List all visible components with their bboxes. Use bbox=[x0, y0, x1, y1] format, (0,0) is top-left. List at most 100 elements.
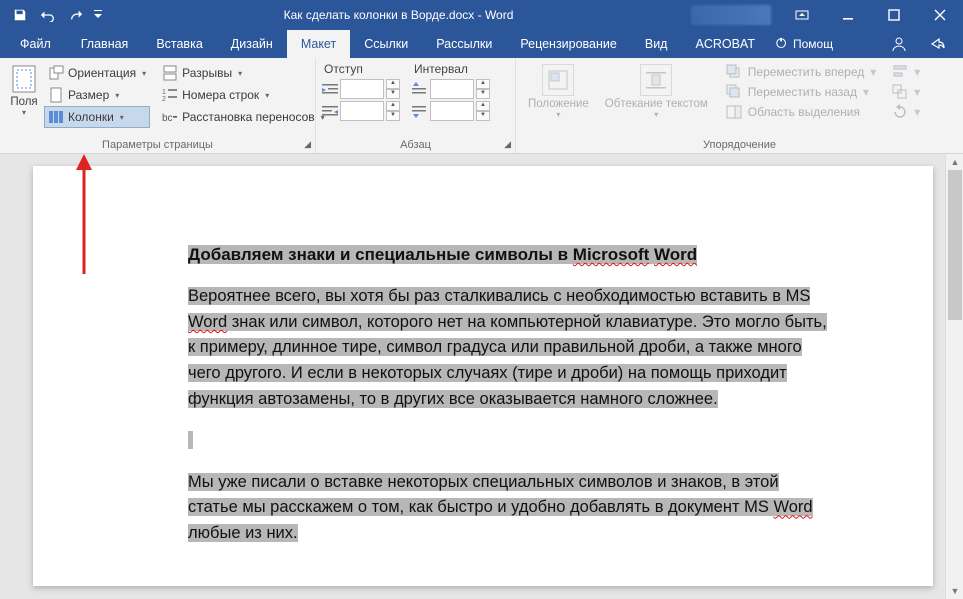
ribbon: Поля ▾ Ориентация▾ Размер▾ Колонки▾ bbox=[0, 58, 963, 154]
orientation-button[interactable]: Ориентация▾ bbox=[44, 62, 150, 84]
wrap-text-button[interactable]: Обтекание текстом ▾ bbox=[599, 62, 714, 122]
indent-right-spinner[interactable]: ▲▼ bbox=[322, 100, 400, 122]
close-button[interactable] bbox=[917, 0, 963, 30]
paragraph-2[interactable]: Мы уже писали о вставке некоторых специа… bbox=[188, 470, 828, 547]
ribbon-tabs: Файл Главная Вставка Дизайн Макет Ссылки… bbox=[0, 30, 963, 58]
position-button[interactable]: Положение ▾ bbox=[522, 62, 595, 122]
redo-button[interactable] bbox=[62, 0, 90, 30]
rotate-icon bbox=[892, 104, 908, 120]
line-numbers-button[interactable]: 12 Номера строк▾ bbox=[158, 84, 329, 106]
spacing-after-spinner[interactable]: ▲▼ bbox=[412, 100, 490, 122]
spacing-after-input[interactable] bbox=[430, 101, 474, 121]
columns-icon bbox=[48, 109, 64, 125]
line-numbers-icon: 12 bbox=[162, 87, 178, 103]
ribbon-options-button[interactable] bbox=[779, 0, 825, 30]
tab-insert[interactable]: Вставка bbox=[142, 30, 216, 58]
size-label: Размер bbox=[68, 88, 109, 102]
orientation-icon bbox=[48, 65, 64, 81]
chevron-down-icon: ▾ bbox=[22, 108, 26, 117]
group-label-paragraph: Абзац bbox=[316, 139, 515, 151]
hyphenation-button[interactable]: bc Расстановка переносов▾ bbox=[158, 106, 329, 128]
position-label: Положение bbox=[528, 98, 589, 110]
document-area: Добавляем знаки и специальные символы в … bbox=[0, 154, 963, 599]
tell-me-button[interactable]: Помощ bbox=[775, 30, 833, 58]
tab-home[interactable]: Главная bbox=[67, 30, 143, 58]
size-button[interactable]: Размер▾ bbox=[44, 84, 150, 106]
group-objects-button[interactable]: ▾ bbox=[888, 82, 924, 102]
hyphenation-label: Расстановка переносов bbox=[182, 110, 315, 124]
svg-text:bc: bc bbox=[162, 113, 173, 124]
group-paragraph: Отступ ▲▼ ▲▼ Интервал ▲▼ bbox=[316, 58, 516, 153]
columns-button[interactable]: Колонки▾ bbox=[44, 106, 150, 128]
position-icon bbox=[542, 64, 574, 96]
tell-me-label: Помощ bbox=[793, 37, 833, 51]
indent-right-input[interactable] bbox=[340, 101, 384, 121]
page-content[interactable]: Добавляем знаки и специальные символы в … bbox=[188, 242, 828, 562]
user-account-area[interactable] bbox=[691, 5, 771, 25]
send-backward-button[interactable]: Переместить назад▾ bbox=[722, 82, 881, 102]
paragraph-1[interactable]: Вероятнее всего, вы хотя бы раз сталкива… bbox=[188, 284, 828, 412]
tab-review[interactable]: Рецензирование bbox=[506, 30, 631, 58]
undo-button[interactable] bbox=[34, 0, 62, 30]
maximize-button[interactable] bbox=[871, 0, 917, 30]
spacing-before-input[interactable] bbox=[430, 79, 474, 99]
tab-acrobat[interactable]: ACROBAT bbox=[681, 30, 769, 58]
page[interactable]: Добавляем знаки и специальные символы в … bbox=[33, 166, 933, 586]
document-heading[interactable]: Добавляем знаки и специальные символы в … bbox=[188, 242, 828, 268]
send-backward-icon bbox=[726, 84, 742, 100]
bring-forward-button[interactable]: Переместить вперед▾ bbox=[722, 62, 881, 82]
svg-text:1: 1 bbox=[162, 89, 166, 96]
tab-references[interactable]: Ссылки bbox=[350, 30, 422, 58]
tab-file[interactable]: Файл bbox=[6, 30, 67, 58]
share-icon[interactable] bbox=[929, 36, 945, 52]
quick-access-toolbar bbox=[0, 0, 106, 30]
qat-customize-button[interactable] bbox=[90, 0, 106, 30]
breaks-label: Разрывы bbox=[182, 66, 232, 80]
indent-left-input[interactable] bbox=[340, 79, 384, 99]
page-setup-launcher[interactable]: ◢ bbox=[304, 139, 311, 150]
indent-label: Отступ bbox=[322, 62, 400, 78]
selection-pane-icon bbox=[726, 104, 742, 120]
margins-button[interactable]: Поля ▾ bbox=[6, 62, 42, 128]
indent-right-icon bbox=[322, 103, 338, 119]
align-icon bbox=[892, 64, 908, 80]
indent-left-icon bbox=[322, 81, 338, 97]
tab-view[interactable]: Вид bbox=[631, 30, 682, 58]
spacing-label: Интервал bbox=[412, 62, 490, 78]
account-icon[interactable] bbox=[891, 36, 907, 52]
page-size-icon bbox=[48, 87, 64, 103]
group-page-setup: Поля ▾ Ориентация▾ Размер▾ Колонки▾ bbox=[0, 58, 316, 153]
indent-left-spinner[interactable]: ▲▼ bbox=[322, 78, 400, 100]
group-label-page-setup: Параметры страницы bbox=[0, 139, 315, 151]
align-button[interactable]: ▾ bbox=[888, 62, 924, 82]
wrap-text-label: Обтекание текстом bbox=[605, 98, 708, 110]
orientation-label: Ориентация bbox=[68, 66, 136, 80]
selection-pane-button[interactable]: Область выделения bbox=[722, 102, 881, 122]
scroll-up-button[interactable]: ▲ bbox=[946, 154, 963, 170]
scroll-thumb[interactable] bbox=[948, 170, 962, 320]
rotate-button[interactable]: ▾ bbox=[888, 102, 924, 122]
bring-forward-label: Переместить вперед bbox=[748, 65, 864, 79]
group-arrange: Положение ▾ Обтекание текстом ▾ Перемест… bbox=[516, 58, 963, 153]
minimize-button[interactable] bbox=[825, 0, 871, 30]
spacing-before-spinner[interactable]: ▲▼ bbox=[412, 78, 490, 100]
tab-mailings[interactable]: Рассылки bbox=[422, 30, 506, 58]
bring-forward-icon bbox=[726, 64, 742, 80]
tab-layout[interactable]: Макет bbox=[287, 30, 350, 58]
window-controls bbox=[779, 0, 963, 30]
title-bar: Как сделать колонки в Ворде.docx - Word bbox=[0, 0, 963, 30]
spacing-after-icon bbox=[412, 103, 428, 119]
save-button[interactable] bbox=[6, 0, 34, 30]
wrap-text-icon bbox=[640, 64, 672, 96]
tab-design[interactable]: Дизайн bbox=[217, 30, 287, 58]
vertical-scrollbar[interactable]: ▲ ▼ bbox=[945, 154, 963, 599]
line-numbers-label: Номера строк bbox=[182, 88, 259, 102]
selection-pane-label: Область выделения bbox=[748, 105, 860, 119]
columns-label: Колонки bbox=[68, 110, 114, 124]
paragraph-launcher[interactable]: ◢ bbox=[504, 139, 511, 150]
group-icon bbox=[892, 84, 908, 100]
scroll-down-button[interactable]: ▼ bbox=[946, 583, 963, 599]
breaks-button[interactable]: Разрывы▾ bbox=[158, 62, 329, 84]
svg-text:2: 2 bbox=[162, 96, 166, 103]
paragraph-blank[interactable] bbox=[188, 428, 828, 454]
